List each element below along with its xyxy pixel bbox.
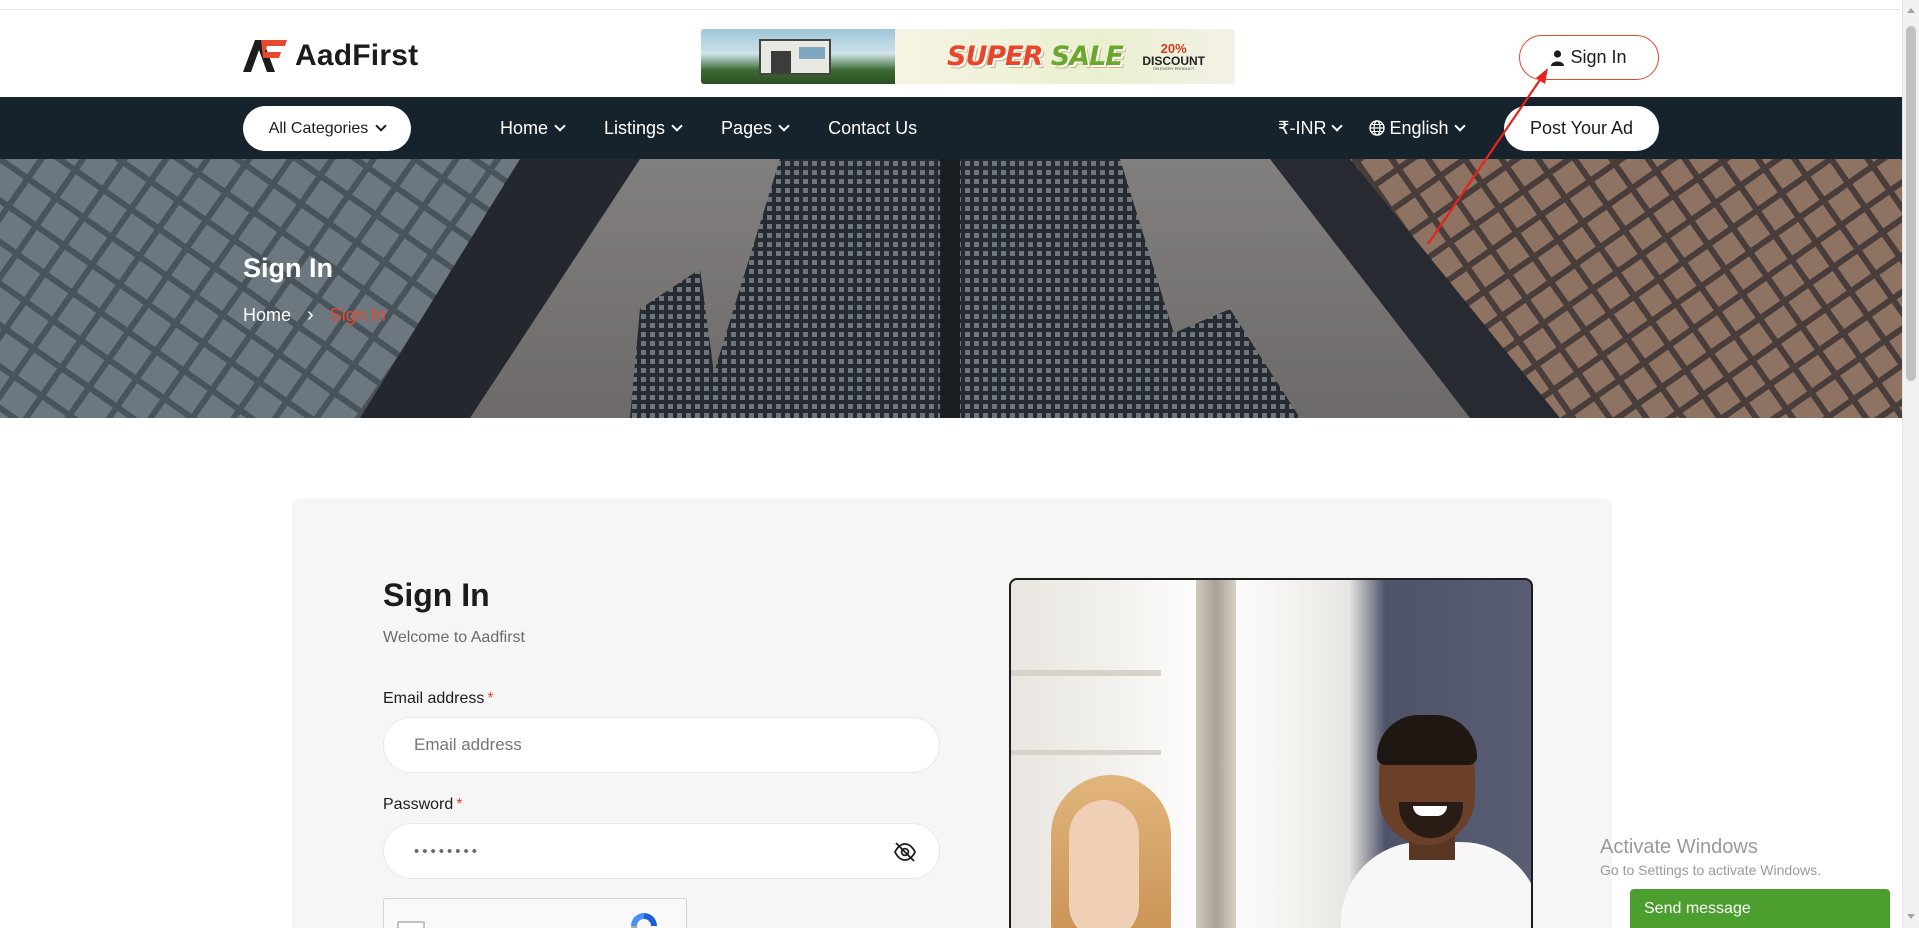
banner-sale-text: SUPER SALE 20% DISCOUNT ON EVERY PRODUCT: [895, 29, 1235, 84]
nav-item-label: Contact Us: [828, 117, 918, 138]
page-title: Sign In: [243, 253, 333, 283]
language-dropdown[interactable]: English: [1369, 117, 1466, 139]
post-your-ad-button[interactable]: Post Your Ad: [1504, 106, 1659, 151]
password-label: Password *: [383, 796, 462, 814]
scrollbar-thumb[interactable]: [1906, 26, 1916, 381]
email-field[interactable]: [383, 717, 940, 773]
breadcrumb-separator-icon: ›: [307, 304, 314, 326]
chevron-down-icon: [375, 120, 387, 132]
scroll-up-icon[interactable]: [1907, 8, 1915, 13]
windows-activation-watermark: Activate Windows Go to Settings to activ…: [1600, 836, 1821, 878]
breadcrumb: Home › Sign In: [243, 304, 386, 327]
page-scrollbar[interactable]: [1902, 0, 1919, 928]
banner-discount: 20% DISCOUNT ON EVERY PRODUCT: [1142, 42, 1205, 71]
currency-dropdown[interactable]: ₹-INR: [1278, 117, 1344, 139]
breadcrumb-current: Sign In: [329, 305, 386, 325]
activate-subtitle: Go to Settings to activate Windows.: [1600, 862, 1821, 878]
nav-item-label: Home: [500, 117, 549, 138]
user-icon: [1551, 49, 1565, 66]
main-navbar: All Categories Home Listings Pages Conta…: [0, 97, 1902, 159]
form-subtitle: Welcome to Aadfirst: [383, 629, 525, 646]
logo-text: AadFirst: [295, 39, 419, 72]
all-categories-label: All Categories: [268, 119, 369, 137]
chevron-down-icon: [1453, 119, 1466, 132]
banner-word-sale: SALE: [1050, 41, 1124, 72]
header-sign-in-button[interactable]: Sign In: [1519, 35, 1659, 80]
nav-item-pages[interactable]: Pages: [721, 117, 790, 139]
required-mark: *: [487, 690, 494, 707]
nav-item-label: Pages: [721, 117, 773, 138]
sale-banner[interactable]: SUPER SALE 20% DISCOUNT ON EVERY PRODUCT: [701, 29, 1235, 84]
nav-links: Home Listings Pages Contact Us: [500, 97, 917, 159]
hero-building-image: [0, 159, 1902, 418]
activate-title: Activate Windows: [1600, 836, 1758, 858]
nav-right-controls: ₹-INR English: [1278, 97, 1466, 159]
nav-item-label: Listings: [604, 117, 666, 138]
send-message-label: Send message: [1644, 899, 1751, 917]
recaptcha-checkbox[interactable]: [397, 921, 425, 928]
logo-mark-icon: [243, 40, 287, 72]
password-input[interactable]: ••••••••: [414, 843, 480, 860]
nav-item-contact[interactable]: Contact Us: [828, 118, 917, 139]
email-label-text: Email address: [383, 690, 485, 707]
post-your-ad-label: Post Your Ad: [1529, 118, 1634, 138]
nav-item-home[interactable]: Home: [500, 117, 566, 139]
recaptcha-logo-icon: [631, 913, 657, 928]
sign-in-illustration-photo: [1009, 578, 1533, 928]
banner-word-super: SUPER: [947, 41, 1043, 72]
email-label: Email address *: [383, 690, 494, 708]
banner-house-image: [701, 29, 895, 84]
send-message-button[interactable]: Send message: [1630, 889, 1890, 928]
site-logo[interactable]: AadFirst: [243, 39, 418, 73]
chevron-down-icon: [671, 119, 683, 132]
chevron-down-icon: [554, 119, 566, 132]
language-label: English: [1389, 117, 1449, 138]
currency-label: ₹-INR: [1278, 117, 1327, 138]
recaptcha-widget: [383, 898, 687, 928]
all-categories-dropdown[interactable]: All Categories: [243, 106, 411, 151]
chevron-down-icon: [1331, 119, 1344, 132]
eye-slash-icon[interactable]: [893, 841, 917, 863]
chevron-down-icon: [778, 119, 790, 132]
nav-item-listings[interactable]: Listings: [604, 117, 683, 139]
email-input[interactable]: [414, 735, 909, 755]
breadcrumb-home[interactable]: Home: [243, 305, 291, 326]
password-field[interactable]: ••••••••: [383, 823, 940, 879]
scroll-down-icon[interactable]: [1907, 914, 1915, 919]
page-hero: Sign In Home › Sign In: [0, 159, 1902, 418]
header-sign-in-label: Sign In: [1570, 47, 1627, 67]
password-label-text: Password: [383, 796, 454, 813]
form-title: Sign In: [383, 577, 490, 613]
browser-top-strip: [0, 0, 1900, 10]
site-header: AadFirst SUPER SALE 20% DISCOUNT ON EVER…: [0, 10, 1902, 97]
required-mark: *: [456, 796, 463, 813]
globe-icon: [1369, 120, 1386, 136]
